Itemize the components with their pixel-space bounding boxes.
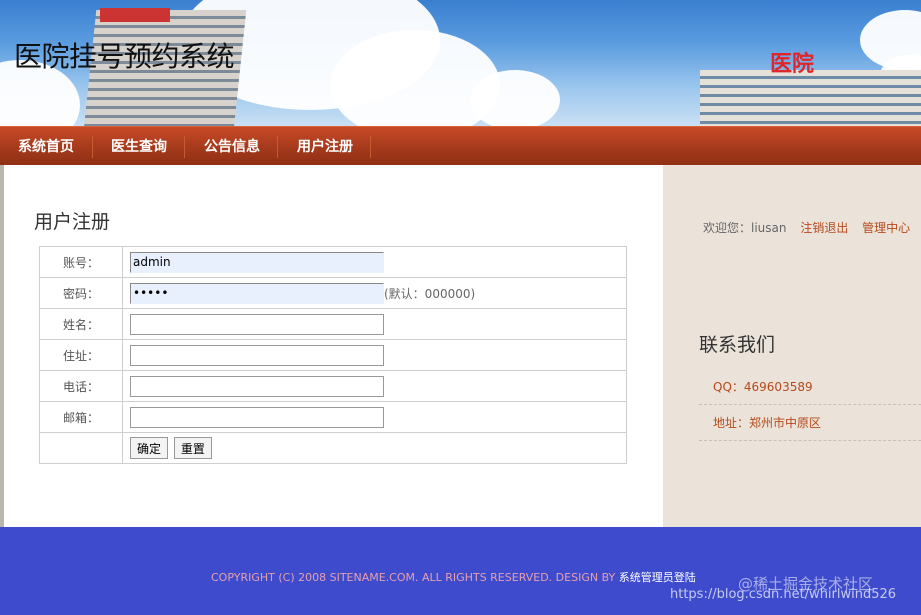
page-title: 用户注册 [34,211,111,233]
hospital-building-right [700,70,921,126]
form-row-name: 姓名： [39,308,627,340]
hospital-sign-text: 医院 [770,52,815,77]
form-row-actions: 确定 重置 [39,432,627,464]
copyright-text: COPYRIGHT (C) 2008 SITENAME.COM. ALL RIG… [211,569,696,585]
form-row-email: 邮箱： [39,401,627,433]
phone-input[interactable] [130,375,384,397]
password-input[interactable] [130,282,384,304]
building-sign [100,8,170,22]
registration-form: 账号： 密码： (默认：000000) 姓名： 住址： 电话： [39,246,627,464]
footer: COPYRIGHT (C) 2008 SITENAME.COM. ALL RIG… [0,527,921,615]
submit-button[interactable]: 确定 [130,437,169,459]
nav-divider [370,136,371,158]
cloud-decoration [470,70,560,126]
reset-button[interactable]: 重置 [173,437,212,459]
form-row-phone: 电话： [39,370,627,402]
nav-divider [184,136,185,158]
form-row-account: 账号： [39,246,627,278]
site-title: 医院挂号预约系统 [14,40,235,73]
main-nav: 系统首页 医生查询 公告信息 用户注册 [0,126,921,165]
name-input[interactable] [130,313,384,335]
form-row-password: 密码： (默认：000000) [39,277,627,309]
address-input[interactable] [130,344,384,366]
contact-qq: QQ：469603589 [699,369,921,405]
form-row-address: 住址： [39,339,627,371]
watermark-url: https://blog.csdn.net/whirlwind526 [670,587,897,602]
main-content: 用户注册 账号： 密码： (默认：000000) 姓名： 住址： [0,165,663,527]
email-label: 邮箱： [39,401,123,433]
account-label: 账号： [39,246,123,278]
password-label: 密码： [39,277,123,309]
name-label: 姓名： [39,308,123,340]
nav-divider [92,136,93,158]
password-hint: (默认：000000) [384,286,476,301]
nav-item-register[interactable]: 用户注册 [287,127,363,166]
copyright-label: COPYRIGHT (C) 2008 SITENAME.COM. ALL RIG… [211,571,619,584]
username: liusan [751,221,787,235]
logout-link[interactable]: 注销退出 [800,221,848,235]
admin-center-link[interactable]: 管理中心 [862,221,910,235]
admin-login-link[interactable]: 系统管理员登陆 [619,571,696,584]
sidebar: 欢迎您：liusan 注销退出 管理中心 联系我们 QQ：469603589 地… [663,165,921,527]
account-input[interactable] [130,251,384,273]
contact-title: 联系我们 [699,334,776,356]
phone-label: 电话： [39,370,123,402]
nav-item-doctor-search[interactable]: 医生查询 [101,127,177,166]
address-label: 住址： [39,339,123,371]
nav-divider [277,136,278,158]
nav-item-announcements[interactable]: 公告信息 [194,127,270,166]
nav-item-home[interactable]: 系统首页 [8,127,84,166]
welcome-prefix: 欢迎您： [703,221,752,235]
hospital-sign: 医院 [720,48,850,77]
email-input[interactable] [130,406,384,428]
welcome-bar: 欢迎您：liusan 注销退出 管理中心 [703,219,910,236]
contact-address: 地址：郑州市中原区 [699,405,921,441]
header-banner: 医院 医院挂号预约系统 [0,0,921,126]
